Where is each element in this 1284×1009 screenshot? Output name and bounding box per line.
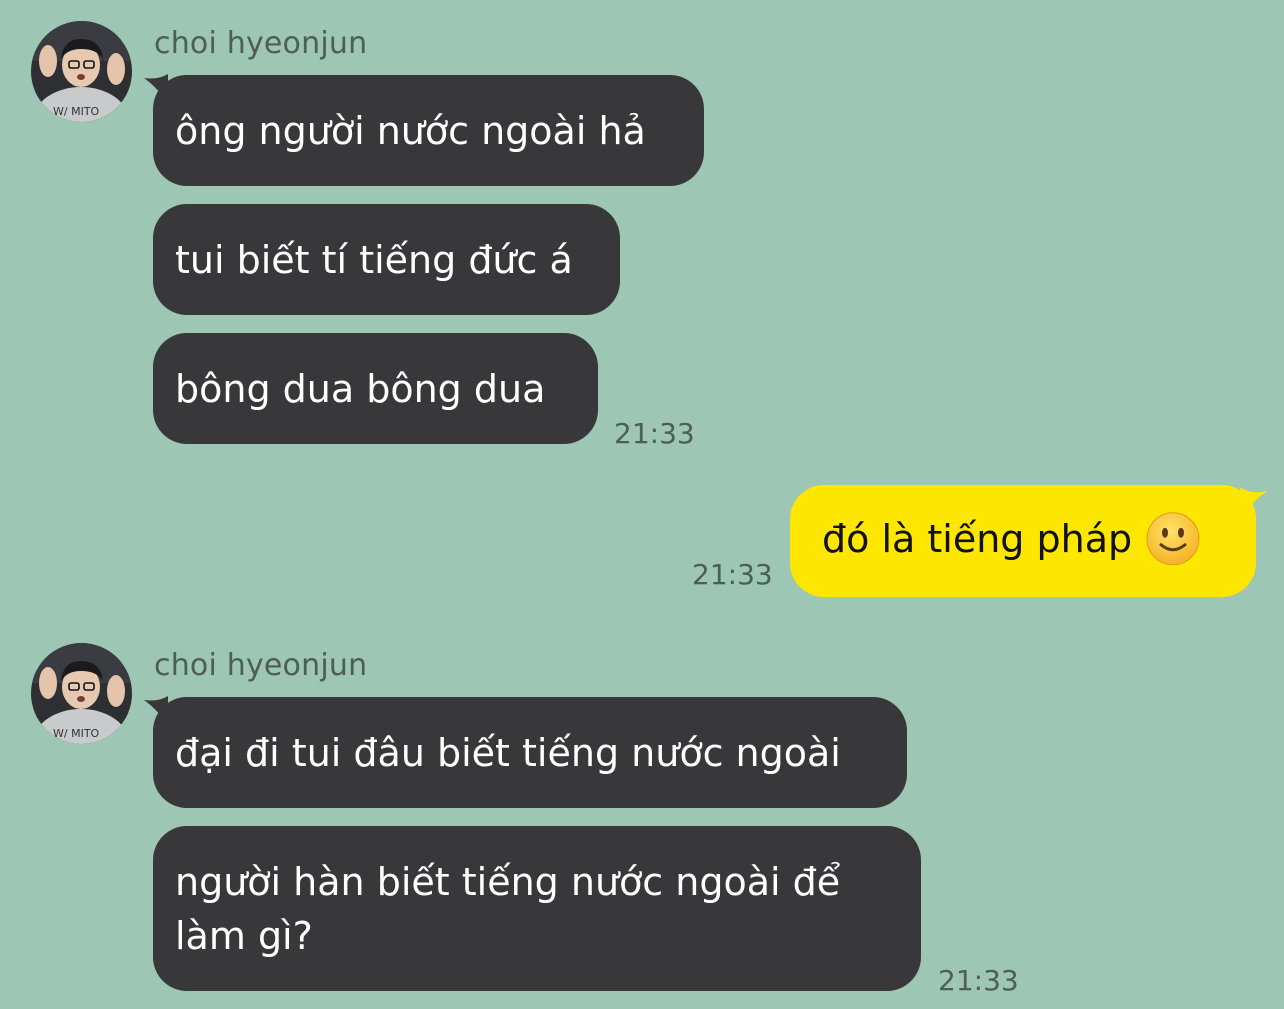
message-bubble[interactable]: bông dua bông dua bbox=[153, 333, 598, 444]
message-timestamp: 21:33 bbox=[614, 417, 695, 450]
message-bubble[interactable]: người hàn biết tiếng nước ngoài để làm g… bbox=[153, 826, 921, 991]
message-text: bông dua bông dua bbox=[175, 366, 546, 411]
sender-name: choi hyeonjun bbox=[154, 26, 368, 61]
avatar[interactable]: W/ MITO bbox=[31, 21, 132, 122]
user-avatar-photo: W/ MITO bbox=[31, 21, 132, 122]
message-text: ông người nước ngoài hả bbox=[175, 108, 646, 153]
message-text: đại đi tui đâu biết tiếng nước ngoài bbox=[175, 730, 841, 775]
avatar[interactable]: W/ MITO bbox=[31, 643, 132, 744]
message-timestamp: 21:33 bbox=[692, 558, 773, 591]
outgoing-message-content: đó là tiếng pháp bbox=[822, 511, 1200, 569]
message-timestamp: 21:33 bbox=[938, 964, 1019, 997]
sender-name: choi hyeonjun bbox=[154, 648, 368, 683]
message-bubble[interactable]: đại đi tui đâu biết tiếng nước ngoài bbox=[153, 697, 907, 808]
bubble-tail bbox=[1240, 487, 1268, 517]
message-text: tui biết tí tiếng đức á bbox=[175, 237, 573, 282]
message-text: người hàn biết tiếng nước ngoài để làm g… bbox=[175, 859, 841, 958]
slightly-smiling-face-icon bbox=[1146, 511, 1200, 565]
outgoing-message-bubble[interactable]: đó là tiếng pháp bbox=[790, 485, 1256, 597]
message-text: đó là tiếng pháp bbox=[822, 516, 1133, 561]
svg-text:W/ MITO: W/ MITO bbox=[53, 105, 100, 118]
user-avatar-photo: W/ MITO bbox=[31, 643, 132, 744]
message-bubble[interactable]: ông người nước ngoài hả bbox=[153, 75, 704, 186]
svg-text:W/ MITO: W/ MITO bbox=[53, 727, 100, 740]
message-bubble[interactable]: tui biết tí tiếng đức á bbox=[153, 204, 620, 315]
